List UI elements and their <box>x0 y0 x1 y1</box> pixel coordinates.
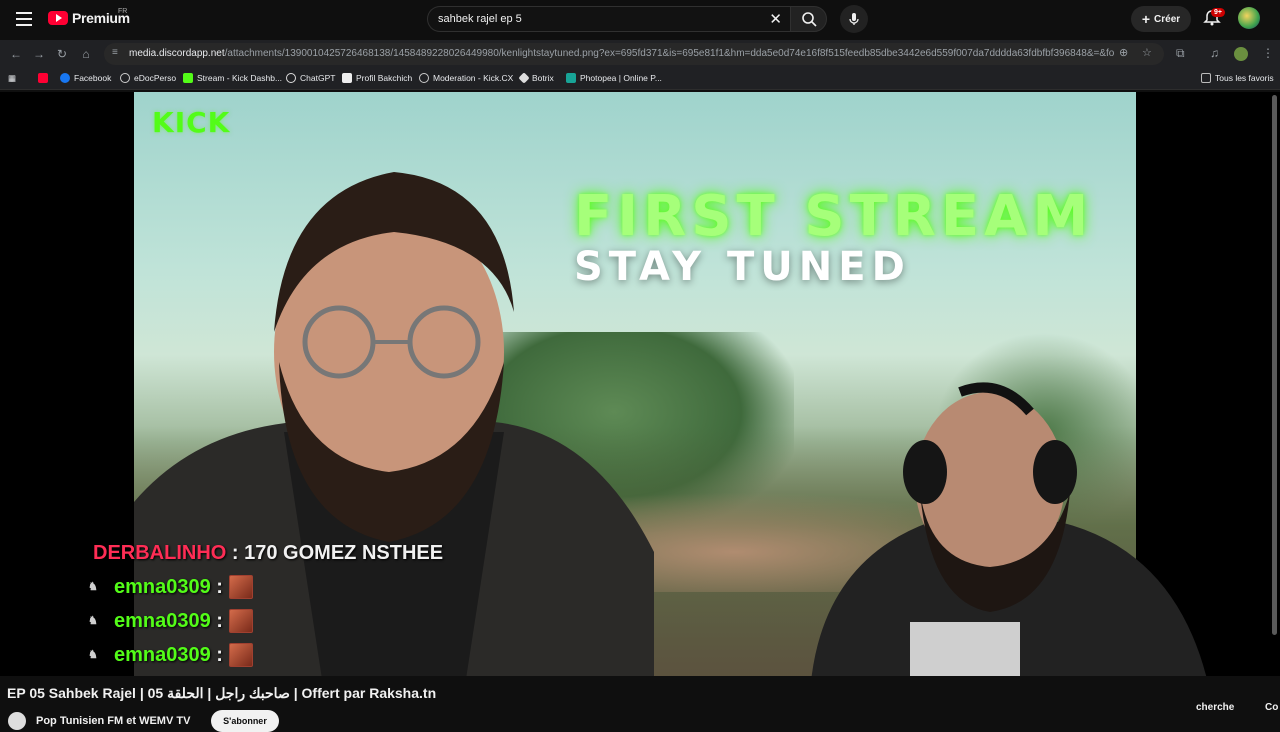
channel-name[interactable]: Pop Tunisien FM et WEMV TV <box>36 715 190 727</box>
folder-icon <box>1201 73 1211 83</box>
bookmark-label: ChatGPT <box>300 73 336 83</box>
youtube-favicon <box>38 73 48 83</box>
chat-username: emna0309 <box>114 643 211 666</box>
account-avatar[interactable] <box>1238 7 1260 29</box>
bookmark-label: Stream - Kick Dashb... <box>197 73 283 83</box>
chat-username: emna0309 <box>114 575 211 598</box>
bookmark-label: Profil Bakchich <box>356 73 413 83</box>
chat-badge-icon: ♞ <box>88 615 98 627</box>
profile-avatar[interactable] <box>1234 47 1248 61</box>
bookmarks-bar: ▦ Facebook eDocPerso Stream - Kick Dashb… <box>0 68 1280 90</box>
bookmark-chatgpt[interactable]: ChatGPT <box>286 73 335 83</box>
gear-icon <box>419 73 429 83</box>
forward-arrow-icon[interactable]: → <box>31 46 47 62</box>
all-bookmarks-label: Tous les favoris <box>1215 73 1274 83</box>
home-icon[interactable]: ⌂ <box>78 46 94 62</box>
chrome-menu-icon[interactable]: ⋮ <box>1262 46 1274 60</box>
search-chip[interactable]: cherche <box>1196 702 1234 713</box>
browser-toolbar: ← → ↻ ⌂ ≡ media.discordapp.net/attachmen… <box>0 40 1280 68</box>
bookmark-facebook[interactable]: Facebook <box>60 73 111 83</box>
menu-icon[interactable] <box>16 12 32 26</box>
chat-separator: : <box>210 575 223 598</box>
bookmark-label: Moderation - Kick.CX <box>433 73 514 83</box>
kick-icon <box>183 73 193 83</box>
chat-emote <box>228 609 253 633</box>
chat-emote <box>228 575 253 599</box>
site-info-icon[interactable]: ≡ <box>112 47 118 58</box>
chat-message: ♞ emna0309 : <box>88 570 443 604</box>
subscribe-button[interactable]: S'abonner <box>211 710 279 732</box>
microphone-icon <box>849 13 859 25</box>
chat-separator: : <box>226 541 245 564</box>
zoom-icon[interactable]: ⊕ <box>1119 46 1128 59</box>
channel-info[interactable]: Pop Tunisien FM et WEMV TV <box>8 712 190 730</box>
reload-icon[interactable]: ↻ <box>54 46 70 62</box>
channel-avatar[interactable] <box>8 712 26 730</box>
bookmark-profil-bakchich[interactable]: Profil Bakchich <box>342 73 412 83</box>
youtube-header: Premium FR sahbek rajel ep 5 ✕ + Créer 9… <box>0 0 1280 38</box>
bookmark-label: eDocPerso <box>134 73 177 83</box>
chat-message: DERBALINHO : 170 GOMEZ NSTHEE <box>88 536 443 570</box>
photopea-icon <box>566 73 576 83</box>
bookmark-label: Facebook <box>74 73 112 83</box>
bookmark-kick-dashboard[interactable]: Stream - Kick Dashb... <box>183 73 282 83</box>
search-value: sahbek rajel ep 5 <box>438 13 522 25</box>
clear-search-icon[interactable]: ✕ <box>769 10 782 28</box>
bookmark-label: Photopea | Online P... <box>580 73 662 83</box>
plus-icon: + <box>1141 11 1151 27</box>
region-code: FR <box>118 8 128 15</box>
chat-separator: : <box>210 609 223 632</box>
voice-search-button[interactable] <box>840 5 868 33</box>
bookmark-moderation[interactable]: Moderation - Kick.CX <box>419 73 513 83</box>
chat-badge-icon: ♞ <box>88 581 98 593</box>
address-bar[interactable]: ≡ media.discordapp.net/attachments/13900… <box>104 43 1164 65</box>
bookmark-botrix[interactable]: Botrix <box>518 72 554 84</box>
chat-username: DERBALINHO <box>93 541 227 564</box>
back-arrow-icon[interactable]: ← <box>8 46 24 62</box>
youtube-play-icon <box>48 11 68 25</box>
search-input[interactable]: sahbek rajel ep 5 ✕ <box>427 6 792 32</box>
bookmark-star-icon[interactable]: ☆ <box>1142 46 1152 59</box>
extensions-icon[interactable]: ⧉ <box>1176 46 1185 61</box>
chat-message: ♞ emna0309 : <box>88 638 443 672</box>
globe-icon <box>120 73 130 83</box>
chat-message: ♞ emna0309 : <box>88 604 443 638</box>
media-controls-icon[interactable]: ♫ <box>1210 46 1219 60</box>
apps-grid-icon[interactable]: ▦ <box>8 73 16 84</box>
chatgpt-icon <box>286 73 296 83</box>
search-button[interactable] <box>790 6 827 32</box>
chat-username: emna0309 <box>114 609 211 632</box>
page-scrollbar[interactable] <box>1272 95 1277 635</box>
search-icon <box>801 12 817 27</box>
chat-text: 170 GOMEZ NSTHEE <box>244 541 444 564</box>
bakchich-icon <box>342 73 352 83</box>
video-player[interactable]: KICK FIRST STREAM STAY TUNED DERBALINHO … <box>0 92 1280 676</box>
bookmark-youtube[interactable] <box>38 73 48 83</box>
url-path: /attachments/1390010425726468138/1458489… <box>224 48 1114 59</box>
url-host: media.discordapp.net <box>129 48 225 59</box>
create-label: Créer <box>1154 13 1181 25</box>
url-text: media.discordapp.net/attachments/1390010… <box>129 48 1114 59</box>
notification-count-badge: 9+ <box>1211 8 1225 17</box>
video-info: EP 05 Sahbek Rajel | صاحبك راجل | الحلقة… <box>0 676 1280 732</box>
streamer-webcam <box>811 382 1207 676</box>
chat-separator: : <box>210 643 223 666</box>
chip-co[interactable]: Co <box>1265 702 1278 713</box>
create-button[interactable]: + Créer <box>1131 6 1191 32</box>
all-bookmarks-folder[interactable]: Tous les favoris <box>1201 73 1274 83</box>
video-title: EP 05 Sahbek Rajel | صاحبك راجل | الحلقة… <box>7 685 437 701</box>
bookmark-edocperso[interactable]: eDocPerso <box>120 73 176 83</box>
bookmark-photopea[interactable]: Photopea | Online P... <box>566 73 662 83</box>
chat-emote <box>228 643 253 667</box>
botrix-icon <box>518 72 530 84</box>
chat-badge-icon: ♞ <box>88 649 98 661</box>
stream-chat-overlay: DERBALINHO : 170 GOMEZ NSTHEE ♞ emna0309… <box>88 536 443 672</box>
bookmark-label: Botrix <box>532 73 554 83</box>
facebook-icon <box>60 73 70 83</box>
